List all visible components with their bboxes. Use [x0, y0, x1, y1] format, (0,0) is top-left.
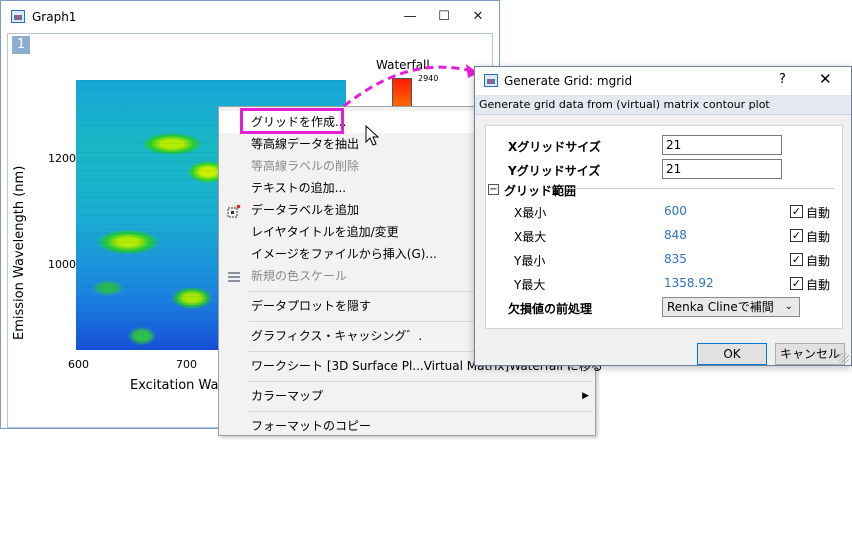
color-scale-bar[interactable] — [392, 78, 412, 108]
menu-item-label: データプロットを隠す — [251, 299, 372, 313]
menu-item-label: グリッドを作成... — [251, 115, 347, 129]
menu-item-copy-format[interactable]: フォーマットのコピー — [219, 415, 595, 437]
color-scale-label: 2940 — [418, 74, 439, 83]
dialog-close-button[interactable]: ✕ — [819, 70, 832, 88]
x-tick-label: 700 — [176, 358, 197, 371]
y-max-auto-checkbox[interactable]: ✓ — [790, 277, 803, 290]
graph-title: Graph1 — [32, 10, 77, 24]
x-tick-label: 600 — [68, 358, 89, 371]
y-min-label: Y最小 — [514, 254, 546, 268]
x-max-auto-checkbox[interactable]: ✓ — [790, 229, 803, 242]
graph-titlebar[interactable]: Graph1 — ☐ ✕ — [1, 1, 499, 33]
missing-value-selected: Renka Clineで補間 — [667, 300, 774, 314]
y-min-auto-checkbox[interactable]: ✓ — [790, 253, 803, 266]
x-grid-size-input[interactable]: 21 — [662, 135, 782, 155]
chevron-down-icon: ⌄ — [784, 301, 793, 312]
menu-item-label: 等高線ラベルの削除 — [251, 159, 360, 173]
cancel-button[interactable]: キャンセル — [775, 343, 845, 365]
x-max-label: X最大 — [514, 230, 547, 244]
y-max-auto-label: 自動 — [806, 278, 831, 292]
missing-value-label: 欠損値の前処理 — [508, 302, 593, 316]
layer-tab[interactable]: 1 — [12, 36, 30, 54]
y-max-label: Y最大 — [514, 278, 546, 292]
menu-item-label: グラフィクス・キャッシング゛. — [251, 329, 423, 343]
menu-separator — [249, 411, 593, 412]
y-min-value[interactable]: 835 — [664, 252, 687, 266]
x-axis-title[interactable]: Excitation Wav — [130, 378, 226, 393]
color-scale-icon — [227, 269, 241, 283]
menu-item-label: テキストの追加... — [251, 181, 347, 195]
menu-item-label: フォーマットのコピー — [251, 419, 372, 433]
menu-item-label: 等高線データを抽出 — [251, 137, 360, 151]
settings-panel: Xグリッドサイズ 21 Yグリッドサイズ 21 − グリッド範囲 X最小 600… — [485, 125, 843, 329]
data-label-icon — [227, 203, 241, 218]
x-grid-size-label: Xグリッドサイズ — [508, 140, 601, 154]
dialog-titlebar[interactable]: Generate Grid: mgrid ? ✕ — [475, 67, 851, 95]
y-max-value[interactable]: 1358.92 — [664, 276, 714, 290]
y-axis-title-wrap: Emission Wavelength (nm) — [12, 166, 32, 540]
y-min-auto-label: 自動 — [806, 254, 831, 268]
y-tick-label: 1200 — [48, 152, 76, 165]
x-min-label: X最小 — [514, 206, 547, 220]
menu-item-color-map[interactable]: カラーマップ ▶ — [219, 385, 595, 407]
menu-item-label: 新規の色スケール — [251, 269, 348, 283]
menu-item-label: レイヤタイトルを追加/変更 — [251, 225, 399, 239]
dialog-title: Generate Grid: mgrid — [504, 74, 633, 88]
minimize-button[interactable]: — — [395, 5, 425, 29]
dialog-description: Generate grid data from (virtual) matrix… — [475, 95, 851, 115]
y-grid-size-label: Yグリッドサイズ — [508, 164, 601, 178]
maximize-button[interactable]: ☐ — [429, 5, 459, 29]
collapse-icon[interactable]: − — [488, 184, 499, 195]
x-min-value[interactable]: 600 — [664, 204, 687, 218]
group-divider — [566, 188, 834, 189]
menu-item-label: カラーマップ — [251, 389, 324, 403]
y-axis-title[interactable]: Emission Wavelength (nm) — [12, 166, 27, 340]
resize-grip-icon[interactable] — [839, 353, 849, 363]
x-min-auto-label: 自動 — [806, 206, 831, 220]
x-min-auto-checkbox[interactable]: ✓ — [790, 205, 803, 218]
submenu-arrow-icon: ▶ — [582, 391, 589, 401]
ok-button[interactable]: OK — [697, 343, 767, 365]
menu-separator — [249, 381, 593, 382]
help-button[interactable]: ? — [779, 72, 786, 87]
y-tick-label: 1000 — [48, 258, 76, 271]
menu-item-label: データラベルを追加 — [251, 203, 360, 217]
y-grid-size-input[interactable]: 21 — [662, 159, 782, 179]
x-max-value[interactable]: 848 — [664, 228, 687, 242]
close-button[interactable]: ✕ — [463, 5, 493, 29]
generate-grid-dialog: Generate Grid: mgrid ? ✕ Generate grid d… — [474, 66, 852, 366]
dialog-app-icon — [484, 74, 498, 87]
menu-item-label: イメージをファイルから挿入(G)... — [251, 247, 437, 261]
missing-value-select[interactable]: Renka Clineで補間 ⌄ — [662, 297, 800, 317]
graph-window-icon — [11, 10, 25, 23]
x-max-auto-label: 自動 — [806, 230, 831, 244]
grid-range-label: グリッド範囲 — [504, 184, 577, 198]
waterfall-title[interactable]: Waterfall — [376, 58, 430, 72]
grid-range-group-header[interactable]: − グリッド範囲 — [486, 180, 842, 198]
